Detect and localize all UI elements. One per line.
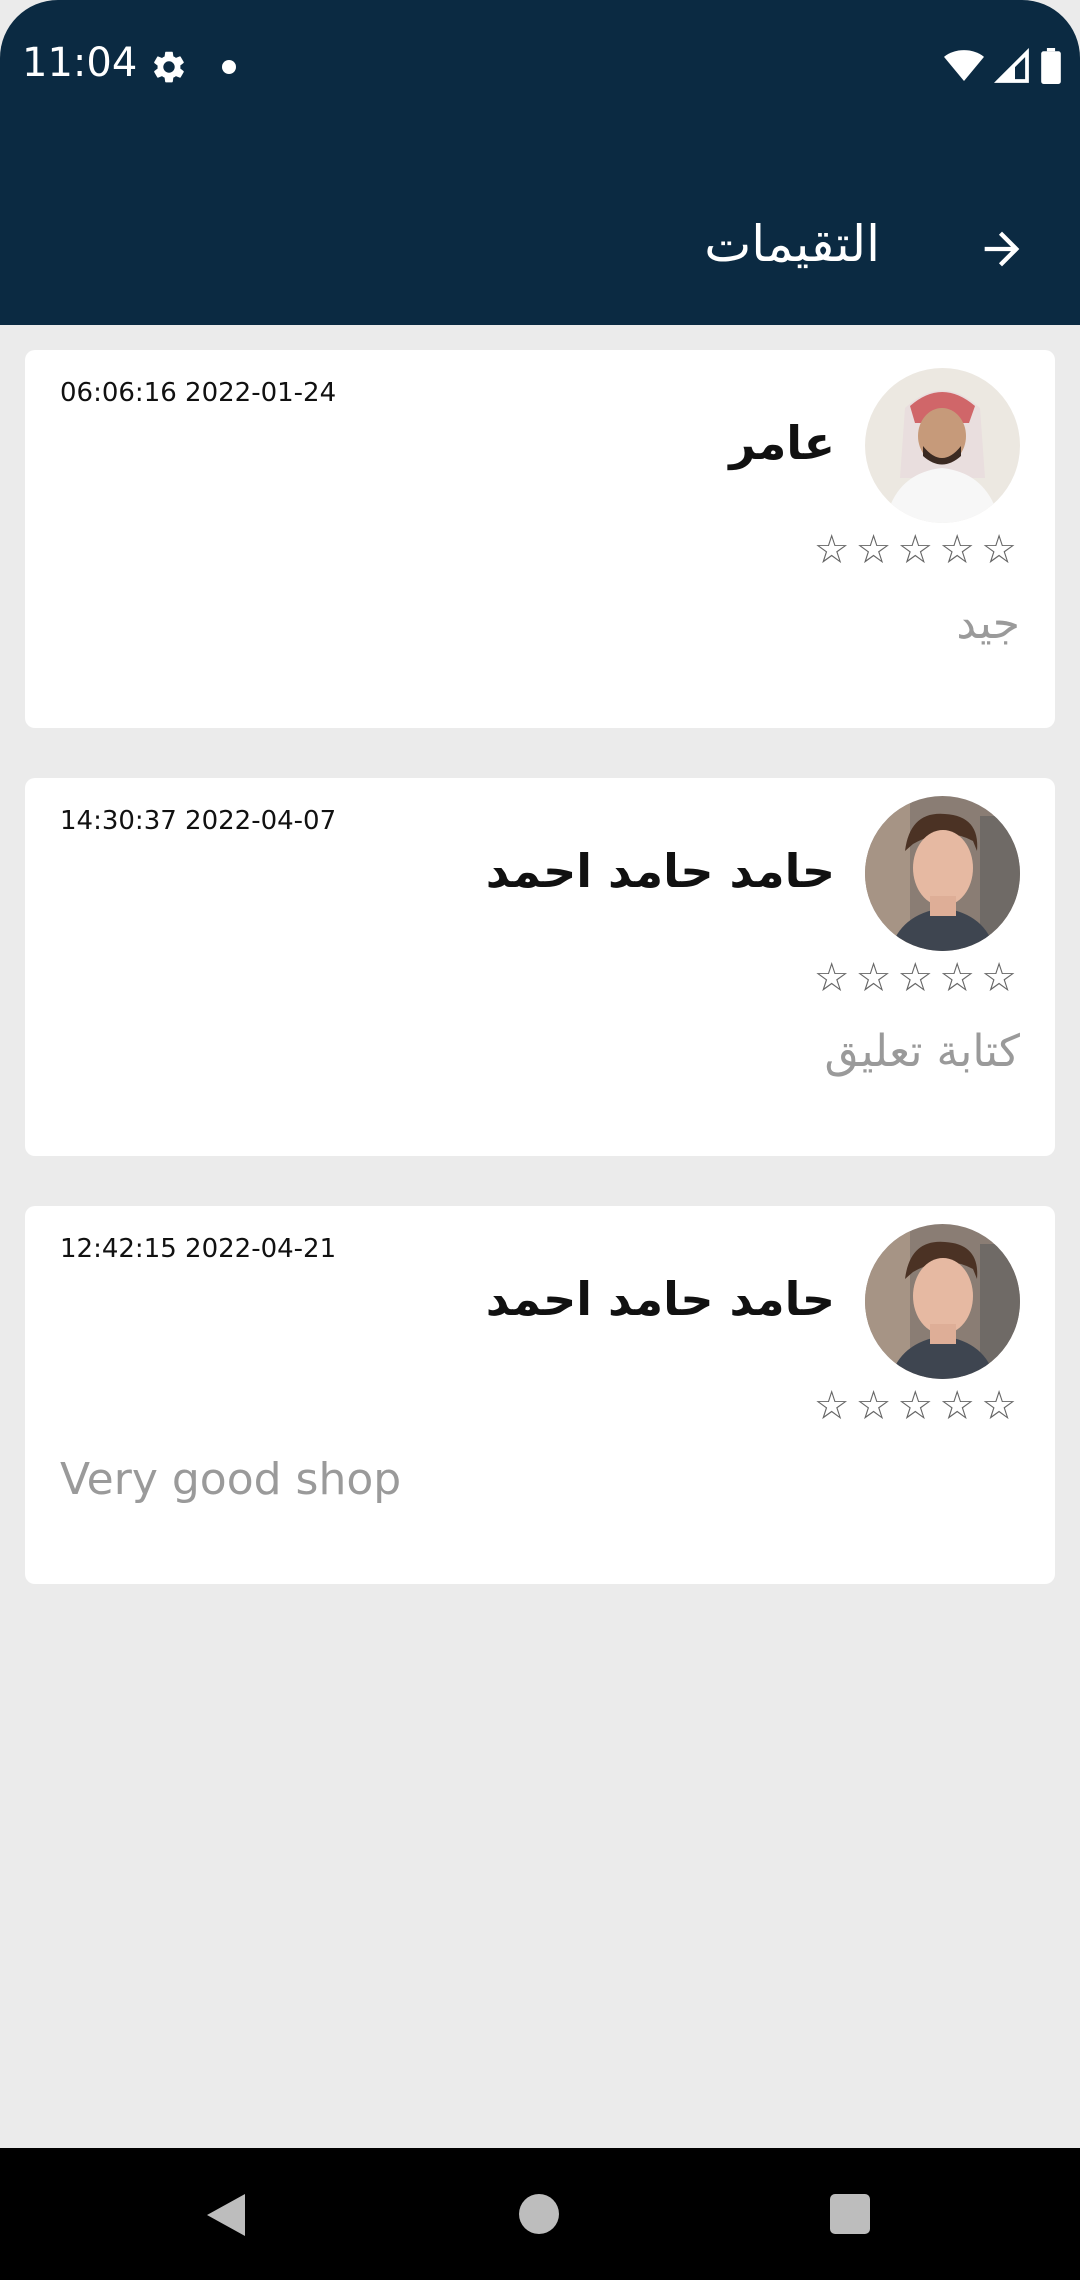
battery-icon: [1041, 48, 1061, 84]
star-outline-icon[interactable]: ☆: [814, 530, 850, 570]
reviewer-name: حامد حامد احمد: [485, 1272, 835, 1326]
reviewer-avatar: [865, 796, 1020, 951]
nav-back-icon[interactable]: [205, 2192, 247, 2238]
review-date: 06:06:16 2022-01-24: [60, 378, 337, 408]
status-bar: 11:04: [0, 0, 1080, 135]
star-outline-icon[interactable]: ☆: [981, 958, 1017, 998]
cellular-signal-icon: [994, 48, 1029, 83]
reviewer-avatar: [865, 368, 1020, 523]
system-nav-bar: [0, 2148, 1080, 2280]
rating-stars[interactable]: ☆ ☆ ☆ ☆ ☆: [814, 958, 1017, 998]
star-outline-icon[interactable]: ☆: [814, 1386, 850, 1426]
arrow-right-icon[interactable]: [976, 223, 1028, 275]
nav-recents-icon[interactable]: [830, 2194, 870, 2234]
status-time: 11:04: [22, 40, 138, 86]
reviewer-name: حامد حامد احمد: [485, 844, 835, 898]
star-outline-icon[interactable]: ☆: [897, 1386, 933, 1426]
star-outline-icon[interactable]: ☆: [897, 530, 933, 570]
star-outline-icon[interactable]: ☆: [856, 958, 892, 998]
review-date: 12:42:15 2022-04-21: [60, 1234, 337, 1264]
review-comment: كتابة تعليق: [824, 1026, 1020, 1077]
wifi-icon: [944, 50, 984, 81]
app-bar: التقيمات: [0, 135, 1080, 325]
star-outline-icon[interactable]: ☆: [897, 958, 933, 998]
review-comment: Very good shop: [60, 1454, 402, 1505]
review-card: 12:42:15 2022-04-21 حامد حامد احمد ☆ ☆ ☆…: [25, 1206, 1055, 1584]
star-outline-icon[interactable]: ☆: [939, 1386, 975, 1426]
settings-gear-icon: [154, 51, 184, 83]
review-comment: جيد: [956, 598, 1020, 649]
star-outline-icon[interactable]: ☆: [814, 958, 850, 998]
star-outline-icon[interactable]: ☆: [939, 530, 975, 570]
review-date: 14:30:37 2022-04-07: [60, 806, 337, 836]
rating-stars[interactable]: ☆ ☆ ☆ ☆ ☆: [814, 1386, 1017, 1426]
nav-home-icon[interactable]: [519, 2194, 559, 2234]
reviewer-avatar: [865, 1224, 1020, 1379]
rating-stars[interactable]: ☆ ☆ ☆ ☆ ☆: [814, 530, 1017, 570]
review-card: 14:30:37 2022-04-07 حامد حامد احمد ☆ ☆ ☆…: [25, 778, 1055, 1156]
star-outline-icon[interactable]: ☆: [856, 1386, 892, 1426]
star-outline-icon[interactable]: ☆: [981, 530, 1017, 570]
reviewer-name: عامر: [729, 416, 835, 470]
star-outline-icon[interactable]: ☆: [856, 530, 892, 570]
status-icons: [944, 48, 1062, 84]
notification-dot-icon: [222, 60, 236, 74]
star-outline-icon[interactable]: ☆: [981, 1386, 1017, 1426]
review-card: 06:06:16 2022-01-24 عامر ☆ ☆ ☆ ☆ ☆ جيد: [25, 350, 1055, 728]
star-outline-icon[interactable]: ☆: [939, 958, 975, 998]
page-title: التقيمات: [704, 215, 880, 273]
